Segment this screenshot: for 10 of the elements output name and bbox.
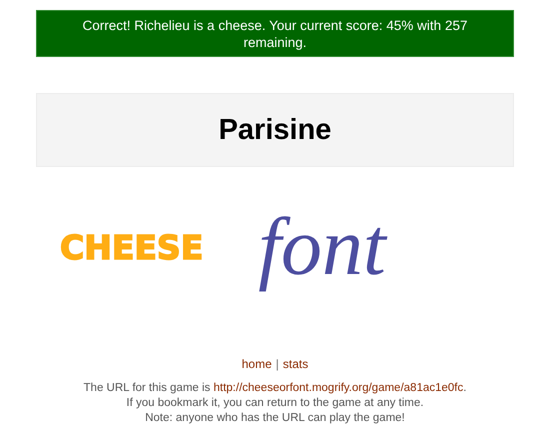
game-url-link[interactable]: http://cheeseorfont.mogrify.org/game/a81ac1e0fc bbox=[214, 382, 464, 394]
font-choice[interactable]: font bbox=[258, 200, 386, 294]
word-title: Parisine bbox=[218, 114, 332, 146]
info-text: If you bookmark it, you can return to the game at any time. bbox=[125, 396, 425, 411]
nav-link[interactable]: stats bbox=[282, 357, 308, 371]
link-separator: | bbox=[276, 357, 279, 371]
feedback-banner: Correct! Richelieu is a cheese. Your current score: 45% with 257 remaining. bbox=[36, 10, 514, 57]
info-text: Note: anyone who has the URL can play the game! bbox=[144, 411, 406, 426]
game-url-text: The URL for this game is http://cheeseorfont.mogrify.org/game/a81ac1e0fc. bbox=[82, 381, 468, 396]
nav-link[interactable]: home bbox=[242, 357, 272, 371]
